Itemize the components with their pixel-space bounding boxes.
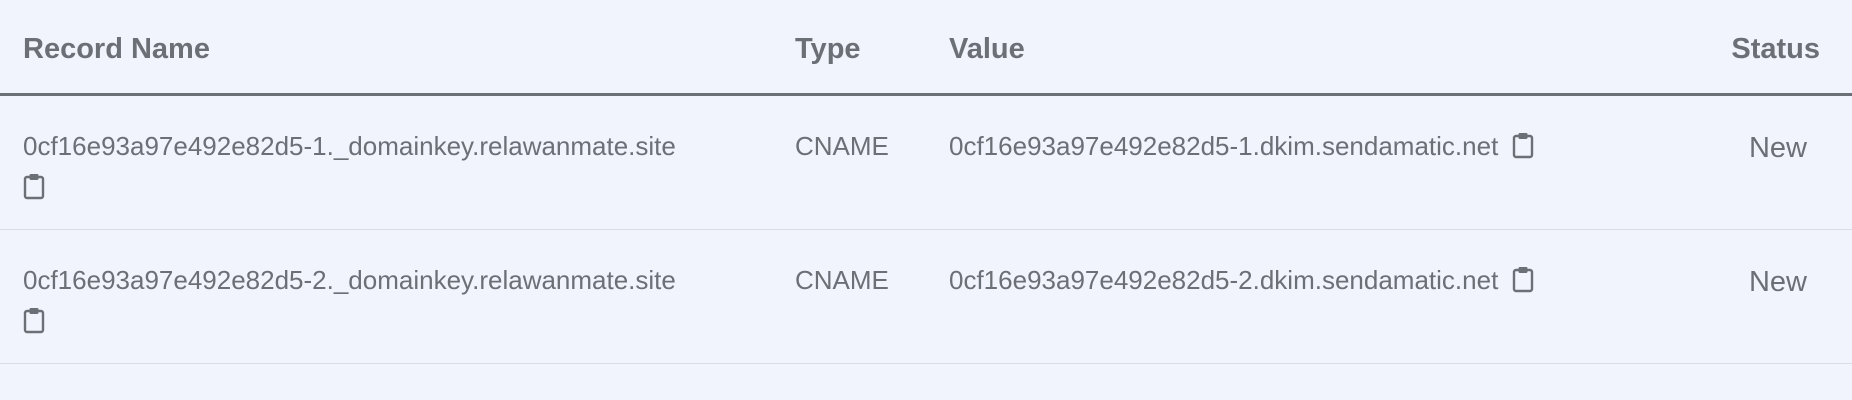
- dns-records-table: Record Name Type Value Status 0cf16e93a9…: [0, 0, 1852, 400]
- table-row: 0cf16e93a97e492e82d5-2._domainkey.relawa…: [0, 230, 1852, 364]
- record-type-cell: CNAME: [795, 131, 889, 161]
- status-badge: New: [1748, 266, 1807, 298]
- column-header-type[interactable]: Type: [795, 32, 861, 66]
- table-row: 0cf16e93a97e492e82d5-1._domainkey.relawa…: [0, 96, 1852, 230]
- table-header: Record Name Type Value Status: [0, 0, 1852, 96]
- column-header-status[interactable]: Status: [1731, 32, 1820, 66]
- record-value-text: 0cf16e93a97e492e82d5-2.dkim.sendamatic.n…: [949, 265, 1499, 295]
- record-value-text: 0cf16e93a97e492e82d5-1.dkim.sendamatic.n…: [949, 131, 1499, 161]
- column-header-value[interactable]: Value: [949, 32, 1025, 66]
- record-value-cell: 0cf16e93a97e492e82d5-1.dkim.sendamatic.n…: [949, 130, 1535, 162]
- clipboard-icon[interactable]: [1511, 265, 1535, 293]
- clipboard-icon[interactable]: [22, 172, 46, 200]
- column-header-record-name[interactable]: Record Name: [23, 32, 210, 66]
- record-value-cell: 0cf16e93a97e492e82d5-2.dkim.sendamatic.n…: [949, 264, 1535, 296]
- clipboard-icon[interactable]: [1511, 131, 1535, 159]
- record-name-cell: 0cf16e93a97e492e82d5-2._domainkey.relawa…: [23, 265, 676, 295]
- record-name-cell: 0cf16e93a97e492e82d5-1._domainkey.relawa…: [23, 131, 676, 161]
- status-badge: New: [1748, 132, 1807, 164]
- clipboard-icon[interactable]: [22, 306, 46, 334]
- record-type-cell: CNAME: [795, 265, 889, 295]
